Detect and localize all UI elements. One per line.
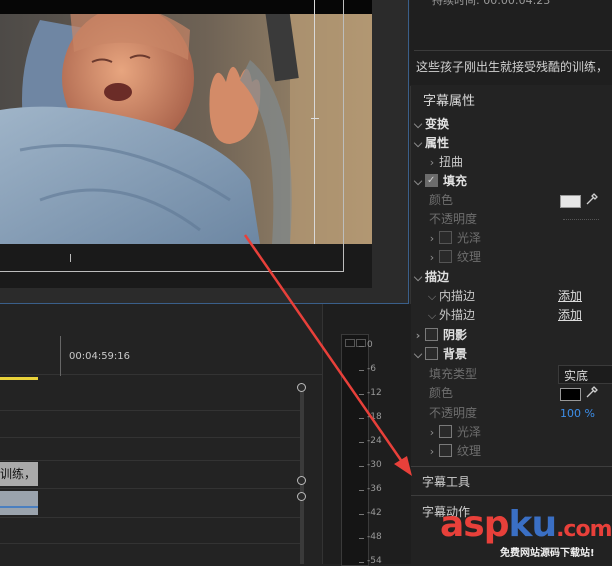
watermark-brand-c: .com (556, 517, 612, 542)
watermark-logo: aspku.com 免费网站源码下载站! (440, 504, 612, 564)
watermark-brand-b: ku (508, 504, 558, 545)
watermark-brand-a: asp (440, 504, 509, 545)
red-arrow-annotation (243, 234, 412, 476)
watermark-tagline: 免费网站源码下载站! (500, 548, 595, 559)
